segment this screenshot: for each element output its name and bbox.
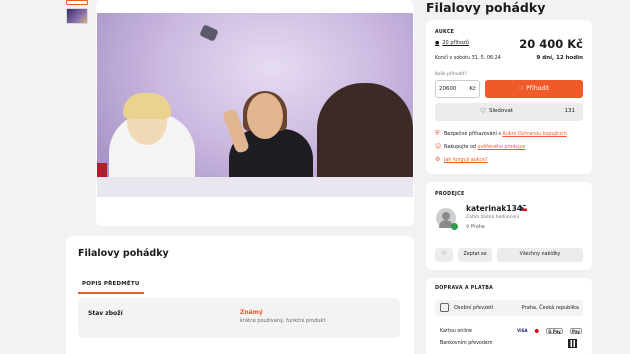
- payment-cards: VISA ⬤ G Pay Pay: [517, 328, 584, 334]
- ask-seller-button[interactable]: Zeptat se: [458, 248, 492, 262]
- description-card: Filalovy pohádky POPIS PŘEDMĚTU Stav zbo…: [66, 236, 414, 354]
- bids-link[interactable]: ● 20 příhozů: [435, 40, 469, 46]
- apple-pay-icon: Pay: [570, 328, 583, 334]
- thumbnail-1[interactable]: [66, 0, 88, 5]
- buyer-protection-link[interactable]: Aukro Ochranou kupujících: [502, 132, 566, 137]
- user-icon: ●: [435, 40, 440, 46]
- shipping-card: DOPRAVA A PLATBA Osobní převzetí Praha, …: [426, 278, 592, 354]
- seller-label: PRODEJCE: [435, 192, 465, 197]
- mastercard-icon: ⬤: [534, 328, 540, 333]
- end-time: Končí v sobotu 31. 5. 06:24: [435, 56, 501, 61]
- tab-description[interactable]: POPIS PŘEDMĚTU: [78, 277, 144, 294]
- watch-button[interactable]: ♡ Sledovat 131: [435, 103, 583, 121]
- verified-badge-icon: [451, 223, 458, 230]
- pay-transfer-label: Bankovním převodem: [440, 341, 493, 346]
- pickup-icon: [440, 303, 449, 312]
- page-title: Filalovy pohádky: [426, 0, 546, 15]
- current-price: 20 400 Kč: [519, 37, 583, 51]
- heart-icon: ♡: [441, 252, 447, 257]
- info-text: Nakupujte od: [444, 145, 478, 150]
- auction-page: Filalovy pohádky POPIS PŘEDMĚTU Stav zbo…: [0, 0, 630, 354]
- auction-label: AUKCE: [435, 30, 455, 35]
- item-properties: Stav zboží Známý krátce používaný, funkč…: [78, 298, 400, 338]
- verified-seller-link[interactable]: ověřeného prodejce: [477, 145, 525, 150]
- bid-amount-value: 20600: [439, 86, 457, 92]
- thumbnail-2[interactable]: [66, 8, 88, 24]
- bid-amount-input[interactable]: 20600 Kč: [435, 80, 480, 98]
- favorite-seller-button[interactable]: ♡: [435, 248, 453, 262]
- bids-count: 20 příhozů: [442, 40, 469, 46]
- verified-user-icon: ☺: [435, 143, 442, 150]
- seller-rating: Zatím žádná hodnocení: [466, 215, 520, 220]
- product-photo[interactable]: [97, 13, 413, 197]
- state-value: Známý: [240, 309, 263, 316]
- visa-icon: VISA: [517, 328, 528, 333]
- how-auctions-work-link[interactable]: Jak fungují aukce?: [444, 158, 488, 163]
- heart-icon: ♡: [480, 107, 487, 115]
- qr-code-icon: [568, 339, 577, 348]
- state-note: krátce používaný, funkční produkt: [240, 318, 326, 324]
- description-title: Filalovy pohádky: [78, 248, 169, 259]
- shipping-label: DOPRAVA A PLATBA: [435, 286, 494, 291]
- info-how-auctions-work: ⚙ Jak fungují aukce?: [435, 156, 488, 163]
- gallery: [96, 0, 414, 226]
- watch-count: 131: [564, 108, 576, 114]
- seller-city: Praha: [471, 225, 485, 230]
- bid-button[interactable]: ☞ Přihodit: [485, 80, 583, 98]
- currency-label: Kč: [469, 86, 476, 92]
- bid-hint: Kolik přihodit?: [435, 72, 467, 77]
- info-buyer-protection: ⛨ Bezpečné přihazování s Aukro Ochranou k…: [435, 130, 567, 138]
- pickup-label: Osobní převzetí: [454, 305, 494, 311]
- seller-location: ⚲ Praha: [466, 225, 485, 230]
- help-icon: ⚙: [435, 156, 441, 163]
- state-label: Stav zboží: [88, 310, 123, 317]
- info-text: Bezpečné přihazování s: [444, 132, 503, 137]
- info-verified-seller: ☺ Nakupujte od ověřeného prodejce: [435, 143, 525, 150]
- time-remaining: 9 dní, 12 hodin: [536, 55, 583, 61]
- seller-card: PRODEJCE katerinak1343 Zatím žádná hodno…: [426, 182, 592, 270]
- auction-card: AUKCE ● 20 příhozů 20 400 Kč Končí v sobo…: [426, 20, 592, 174]
- all-items-button[interactable]: Všechny nabídky: [497, 248, 583, 262]
- pickup-option: Osobní převzetí Praha, Česká republika: [435, 300, 583, 316]
- bid-button-label: Přihodit: [526, 85, 550, 92]
- seller-name[interactable]: katerinak1343: [466, 204, 527, 213]
- description-tabs: POPIS PŘEDMĚTU: [78, 270, 144, 294]
- thumbnail-strip: [66, 0, 90, 27]
- czech-flag-icon: [521, 206, 527, 211]
- pickup-location: Praha, Česká republika: [521, 305, 579, 311]
- google-pay-icon: G Pay: [546, 328, 563, 334]
- shield-icon: ⛨: [435, 130, 440, 137]
- pay-card-label: Kartou online: [440, 329, 472, 334]
- watch-label: Sledovat: [489, 108, 514, 114]
